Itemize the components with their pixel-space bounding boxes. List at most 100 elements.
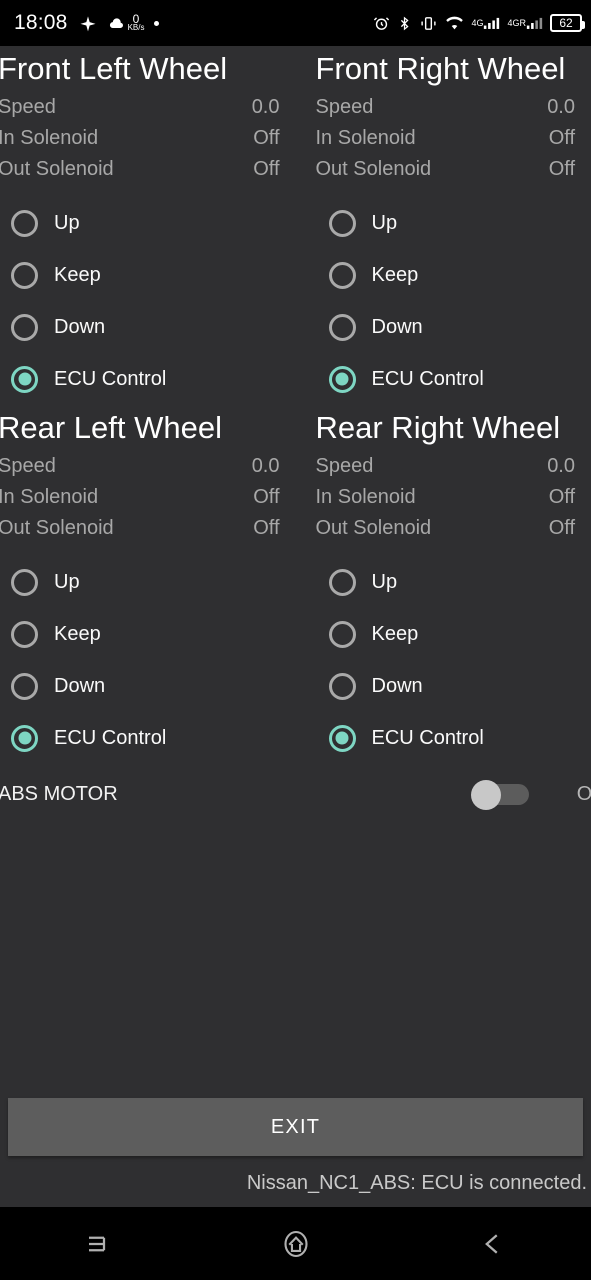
stat-row-out-solenoid: Out Solenoid Off — [0, 513, 296, 544]
stat-label: Out Solenoid — [315, 517, 432, 539]
stat-value: 0.0 — [547, 96, 575, 118]
panel-title: Rear Right Wheel — [315, 410, 561, 445]
signal-label-1: 4G — [471, 18, 484, 28]
stat-label: In Solenoid — [0, 486, 99, 508]
stat-label: In Solenoid — [0, 127, 99, 149]
stat-row-out-solenoid: Out Solenoid Off — [316, 154, 591, 185]
radio-group: Up Keep Down ECU Control — [318, 556, 591, 764]
stat-label: Speed — [0, 455, 56, 477]
alarm-icon — [373, 15, 390, 32]
radio-label: Down — [54, 315, 106, 338]
radio-icon[interactable] — [11, 620, 38, 648]
radio-label: Keep — [371, 263, 419, 286]
stat-value: Off — [253, 486, 280, 508]
rocket-icon — [78, 13, 98, 33]
radio-icon[interactable] — [328, 261, 356, 289]
radio-icon[interactable] — [328, 620, 356, 648]
battery-level: 62 — [559, 16, 573, 30]
stat-value: 0.0 — [547, 455, 575, 477]
stat-row-speed: Speed 0.0 — [0, 92, 296, 123]
radio-option-down[interactable]: Down — [0, 660, 296, 712]
radio-option-up[interactable]: Up — [0, 556, 296, 608]
radio-group: Up Keep Down ECU Control — [318, 197, 591, 405]
stat-row-speed: Speed 0.0 — [316, 451, 591, 482]
radio-option-ecu-control[interactable]: ECU Control — [0, 353, 296, 405]
radio-icon[interactable] — [328, 568, 356, 596]
status-bar-right: 4G 4GR 62 — [373, 14, 585, 32]
radio-icon[interactable] — [11, 568, 38, 596]
recent-apps-icon[interactable] — [54, 1214, 144, 1274]
stat-row-out-solenoid: Out Solenoid Off — [316, 513, 591, 544]
radio-label: ECU Control — [371, 726, 484, 749]
radio-icon[interactable] — [328, 313, 356, 341]
radio-option-down[interactable]: Down — [318, 660, 591, 712]
radio-group: Up Keep Down ECU Control — [0, 556, 296, 764]
panel-title: Front Right Wheel — [315, 51, 566, 86]
android-navigation-bar — [0, 1207, 591, 1280]
radio-option-keep[interactable]: Keep — [318, 249, 591, 301]
back-icon[interactable] — [448, 1214, 538, 1274]
radio-label: Up — [371, 211, 398, 234]
stat-value: Off — [548, 158, 575, 180]
radio-option-ecu-control[interactable]: ECU Control — [318, 353, 591, 405]
stat-value: Off — [548, 517, 575, 539]
stat-row-in-solenoid: In Solenoid Off — [316, 482, 591, 513]
radio-label: Keep — [54, 622, 101, 645]
stat-label: Out Solenoid — [0, 517, 114, 539]
ecu-status-text: Nissan_NC1_ABS: ECU is connected. — [246, 1172, 587, 1194]
home-icon[interactable] — [251, 1214, 341, 1274]
radio-option-up[interactable]: Up — [0, 197, 296, 249]
radio-label: ECU Control — [371, 367, 484, 390]
radio-icon[interactable] — [11, 672, 38, 700]
signal-icon-2: 4GR — [507, 15, 543, 31]
radio-option-ecu-control[interactable]: ECU Control — [318, 712, 591, 764]
radio-option-down[interactable]: Down — [0, 301, 296, 353]
radio-icon-selected[interactable] — [328, 365, 356, 393]
toggle-thumb[interactable] — [470, 780, 501, 810]
status-bar: 18:08 0 KB/s 4G 4GR 62 — [0, 0, 591, 46]
abs-motor-label: ABS MOTOR — [0, 782, 118, 805]
radio-icon-selected[interactable] — [328, 724, 356, 752]
stat-row-speed: Speed 0.0 — [0, 451, 296, 482]
radio-icon[interactable] — [11, 261, 38, 289]
radio-label: Up — [371, 570, 398, 593]
radio-option-keep[interactable]: Keep — [0, 608, 296, 660]
radio-icon[interactable] — [11, 313, 38, 341]
radio-option-up[interactable]: Up — [318, 556, 591, 608]
radio-icon-selected[interactable] — [11, 724, 38, 752]
stat-row-in-solenoid: In Solenoid Off — [0, 123, 296, 154]
radio-icon[interactable] — [328, 209, 356, 237]
wheel-panel-grid: Front Left Wheel Speed 0.0 In Solenoid O… — [0, 46, 591, 764]
radio-option-ecu-control[interactable]: ECU Control — [0, 712, 296, 764]
exit-button[interactable]: EXIT — [8, 1098, 583, 1156]
main-content: Front Left Wheel Speed 0.0 In Solenoid O… — [0, 46, 591, 1207]
panel-rear-right-wheel: Rear Right Wheel Speed 0.0 In Solenoid O… — [296, 405, 591, 764]
radio-option-keep[interactable]: Keep — [0, 249, 296, 301]
dot-icon — [154, 20, 160, 26]
radio-label: Keep — [371, 622, 419, 645]
radio-icon-selected[interactable] — [11, 365, 38, 393]
panel-front-right-wheel: Front Right Wheel Speed 0.0 In Solenoid … — [296, 46, 591, 405]
vibrate-icon — [419, 15, 438, 32]
radio-icon[interactable] — [11, 209, 38, 237]
radio-option-up[interactable]: Up — [318, 197, 591, 249]
stat-label: Speed — [0, 96, 56, 118]
abs-motor-toggle[interactable] — [470, 780, 529, 810]
stat-label: In Solenoid — [315, 127, 416, 149]
stat-value: Off — [548, 127, 575, 149]
stat-row-in-solenoid: In Solenoid Off — [0, 482, 296, 513]
stat-row-out-solenoid: Out Solenoid Off — [0, 154, 296, 185]
stat-label: Speed — [315, 96, 374, 118]
radio-option-down[interactable]: Down — [318, 301, 591, 353]
radio-icon[interactable] — [328, 672, 356, 700]
radio-option-keep[interactable]: Keep — [318, 608, 591, 660]
stat-row-in-solenoid: In Solenoid Off — [316, 123, 591, 154]
radio-label: Up — [54, 211, 80, 234]
signal-label-2: 4GR — [507, 18, 526, 28]
stat-value: Off — [548, 486, 575, 508]
abs-motor-row: ABS MOTOR Off — [0, 768, 591, 820]
stat-label: Out Solenoid — [0, 158, 114, 180]
radio-group: Up Keep Down ECU Control — [0, 197, 296, 405]
stat-label: In Solenoid — [315, 486, 416, 508]
battery-icon: 62 — [550, 14, 585, 32]
